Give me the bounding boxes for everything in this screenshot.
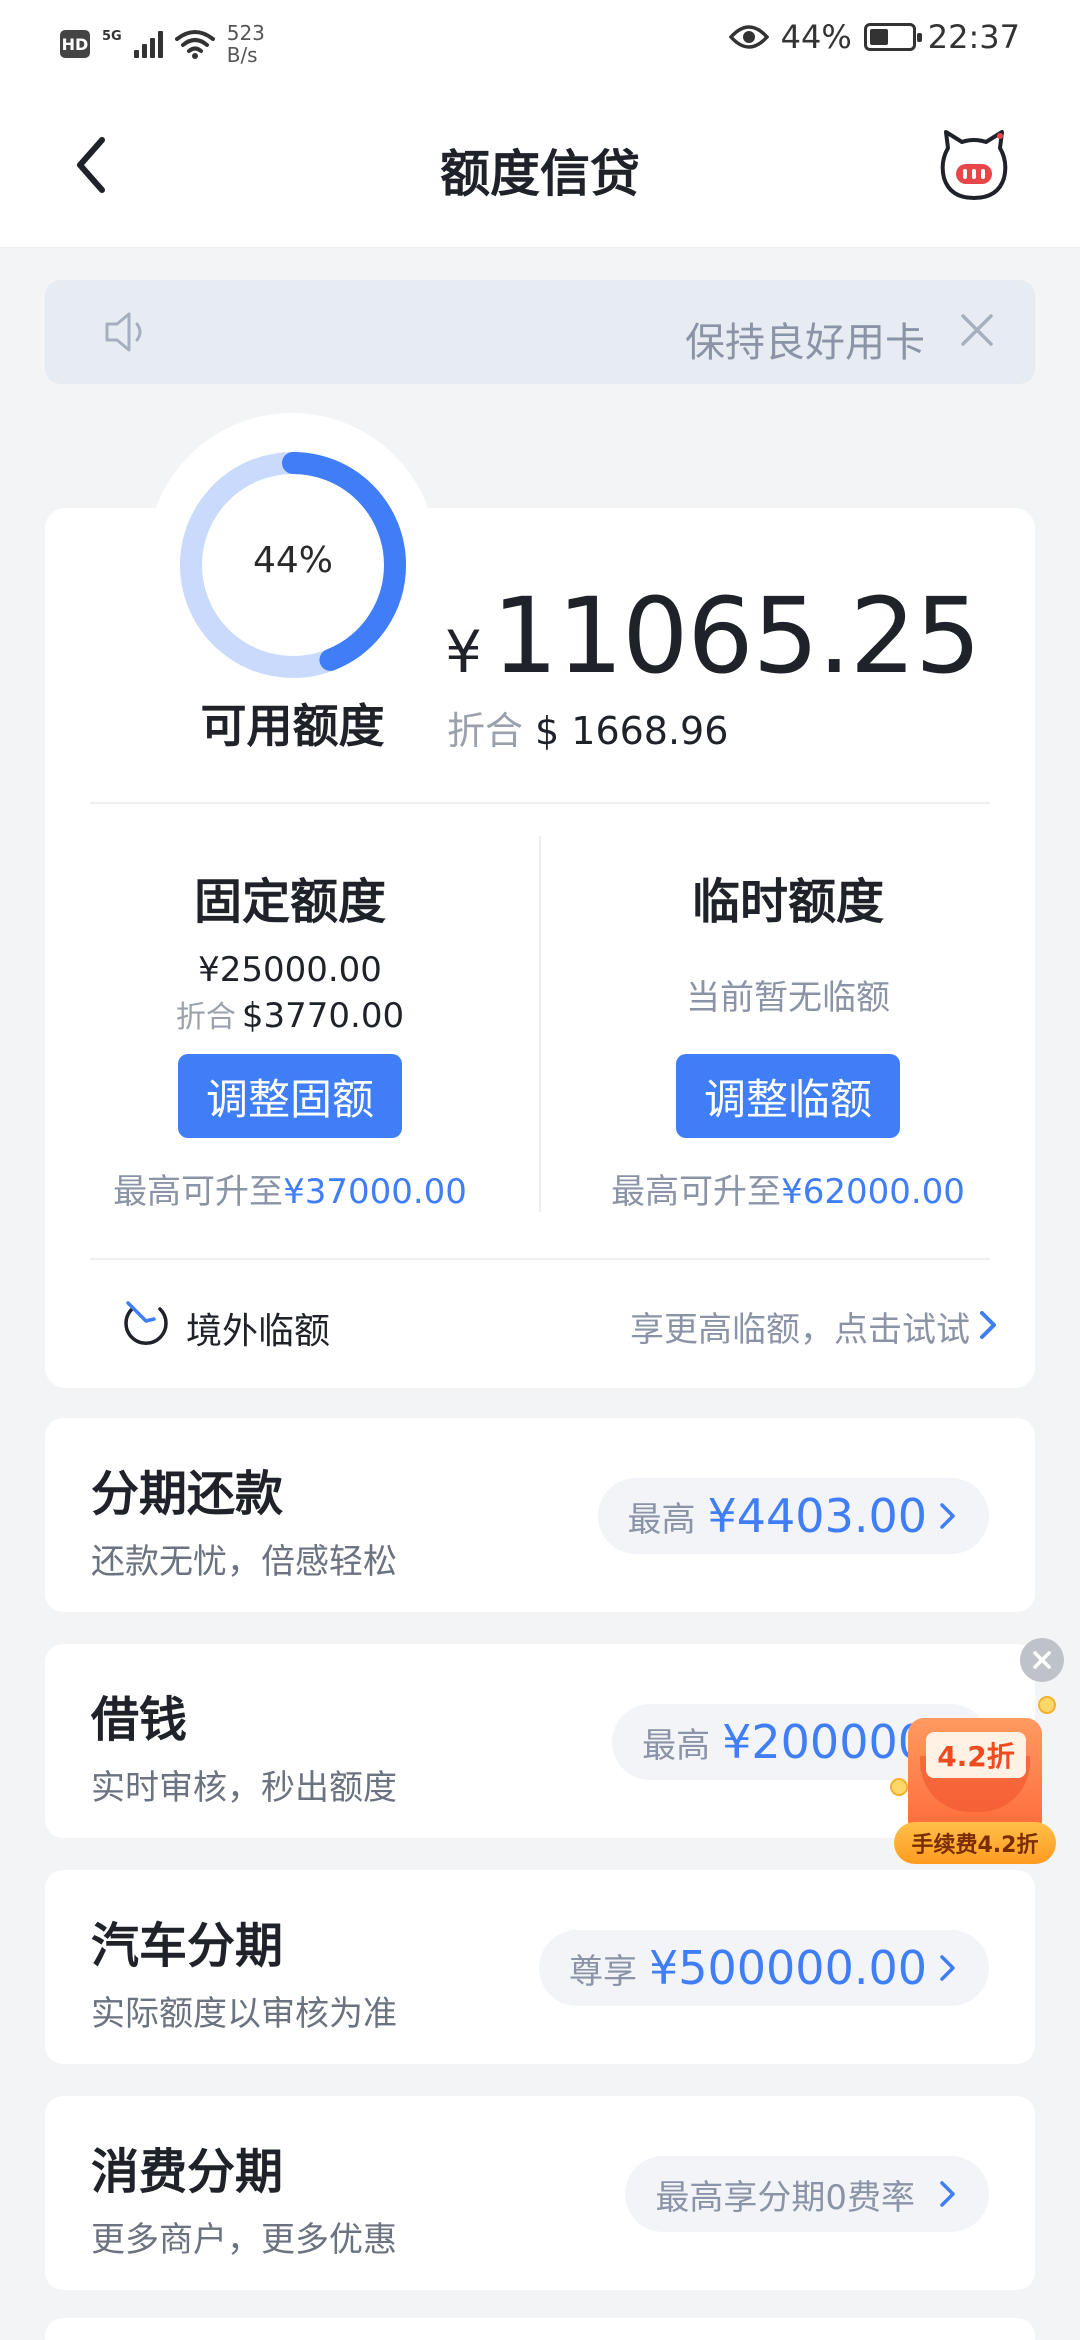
battery-icon	[863, 23, 922, 51]
next-service-card[interactable]	[45, 2318, 1035, 2340]
pill-prefix: 最高享分期0费率	[655, 2177, 915, 2218]
fee-discount-promo[interactable]: 4.2折 手续费4.2折	[890, 1696, 1060, 1868]
page-title: 额度信贷	[440, 145, 640, 203]
fixed-max-prefix: 最高可升至	[113, 1172, 284, 1212]
clock: 22:37	[927, 18, 1020, 56]
network-speed: 523 B/s	[227, 22, 265, 66]
temporary-credit-status: 当前暂无临额	[686, 978, 890, 1018]
chevron-right-icon	[940, 1955, 955, 1981]
overseas-credit-link[interactable]: 享更高临额，点击试试	[630, 1302, 970, 1351]
pill-prefix: 最高	[627, 1499, 696, 1540]
usd-amount: $ 1668.96	[535, 709, 729, 753]
nav-bar: 额度信贷	[0, 82, 1080, 248]
fixed-credit-amount: ¥25000.00	[198, 950, 382, 990]
hd-badge: HD	[60, 30, 90, 58]
promo-banner: 手续费4.2折	[894, 1822, 1056, 1864]
usd-equivalent: 折合 $ 1668.96	[447, 700, 728, 755]
available-amount: ¥ 11065.25	[445, 575, 981, 697]
installment-repayment-card[interactable]: 分期还款 还款无忧，倍感轻松 最高 ¥4403.00	[45, 1418, 1035, 1612]
available-amount-value: 11065.25	[491, 575, 981, 697]
car-installment-card[interactable]: 汽车分期 实际额度以审核为准 尊享 ¥500000.00	[45, 1870, 1035, 2064]
service-subtitle: 实际额度以审核为准	[91, 1994, 397, 2034]
pill-prefix: 尊享	[568, 1951, 637, 1992]
notice-text: 保持良好用卡	[685, 320, 925, 366]
adjust-temporary-credit-button[interactable]: 调整临额	[676, 1054, 900, 1138]
currency-symbol: ¥	[445, 618, 482, 686]
network-type: 5G	[102, 28, 122, 44]
mascot-assistant-icon[interactable]	[938, 126, 1010, 202]
service-pill[interactable]: 最高享分期0费率	[625, 2156, 989, 2232]
wifi-icon	[174, 30, 215, 59]
temporary-max-line: 最高可升至¥62000.00	[568, 1164, 1008, 1213]
service-title: 借钱	[91, 1692, 188, 1748]
service-pill[interactable]: 尊享 ¥500000.00	[538, 1930, 989, 2006]
speed-unit: B/s	[226, 43, 258, 67]
fixed-usd-amount: $3770.00	[241, 996, 405, 1036]
pill-value: ¥500000.00	[648, 1941, 927, 1995]
service-title: 分期还款	[91, 1466, 284, 1522]
chevron-right-icon	[940, 2181, 955, 2207]
service-title: 汽车分期	[91, 1918, 284, 1974]
service-subtitle: 更多商户，更多优惠	[91, 2220, 397, 2260]
fixed-credit-usd: 折合 $3770.00	[70, 992, 510, 1036]
speed-value: 523	[226, 21, 265, 45]
consumer-installment-card[interactable]: 消费分期 更多商户，更多优惠 最高享分期0费率	[45, 2096, 1035, 2290]
usd-prefix: 折合	[447, 709, 524, 753]
fixed-max-line: 最高可升至¥37000.00	[70, 1164, 510, 1213]
fixed-max-value: ¥37000.00	[283, 1172, 467, 1212]
close-icon[interactable]	[955, 308, 999, 352]
signal-icon	[133, 30, 163, 58]
service-title: 消费分期	[91, 2144, 284, 2200]
battery-percent: 44%	[780, 18, 852, 56]
promo-close-button[interactable]	[1020, 1638, 1064, 1682]
service-pill[interactable]: 最高 ¥4403.00	[597, 1478, 989, 1554]
column-divider	[539, 836, 541, 1212]
available-credit-label: 可用额度	[200, 699, 385, 753]
temporary-max-prefix: 最高可升至	[611, 1172, 782, 1212]
ring-percent: 44%	[252, 540, 333, 581]
coin-icon	[890, 1778, 908, 1796]
coin-icon	[1038, 1696, 1056, 1714]
service-subtitle: 还款无忧，倍感轻松	[91, 1542, 397, 1582]
adjust-fixed-credit-button[interactable]: 调整固额	[178, 1054, 402, 1138]
close-icon	[1033, 1651, 1051, 1669]
divider	[90, 802, 990, 804]
fixed-usd-prefix: 折合	[175, 1000, 236, 1035]
chevron-right-icon[interactable]	[974, 1305, 1002, 1345]
overseas-credit-label[interactable]: 境外临额	[186, 1302, 330, 1354]
status-bar: HD 5G 523 B/s 44% 22:37	[0, 0, 1080, 82]
divider	[90, 1258, 990, 1260]
eye-icon	[728, 25, 769, 49]
status-right: 44% 22:37	[728, 18, 1020, 56]
speaker-icon	[105, 312, 142, 352]
plane-clock-icon	[124, 1301, 168, 1346]
pill-value: ¥4403.00	[707, 1489, 928, 1543]
notice-bar: 保持良好用卡	[45, 280, 1035, 384]
service-subtitle: 实时审核，秒出额度	[91, 1768, 397, 1808]
temporary-max-value: ¥62000.00	[781, 1172, 965, 1212]
promo-tag: 4.2折	[926, 1732, 1026, 1778]
borrow-money-card[interactable]: 借钱 实时审核，秒出额度 最高 ¥200000	[45, 1644, 1035, 1838]
temporary-credit-title: 临时额度	[691, 874, 884, 930]
pill-prefix: 最高	[642, 1725, 711, 1766]
chevron-right-icon	[940, 1503, 955, 1529]
status-left: HD 5G 523 B/s	[60, 22, 265, 66]
fixed-credit-title: 固定额度	[193, 874, 386, 930]
